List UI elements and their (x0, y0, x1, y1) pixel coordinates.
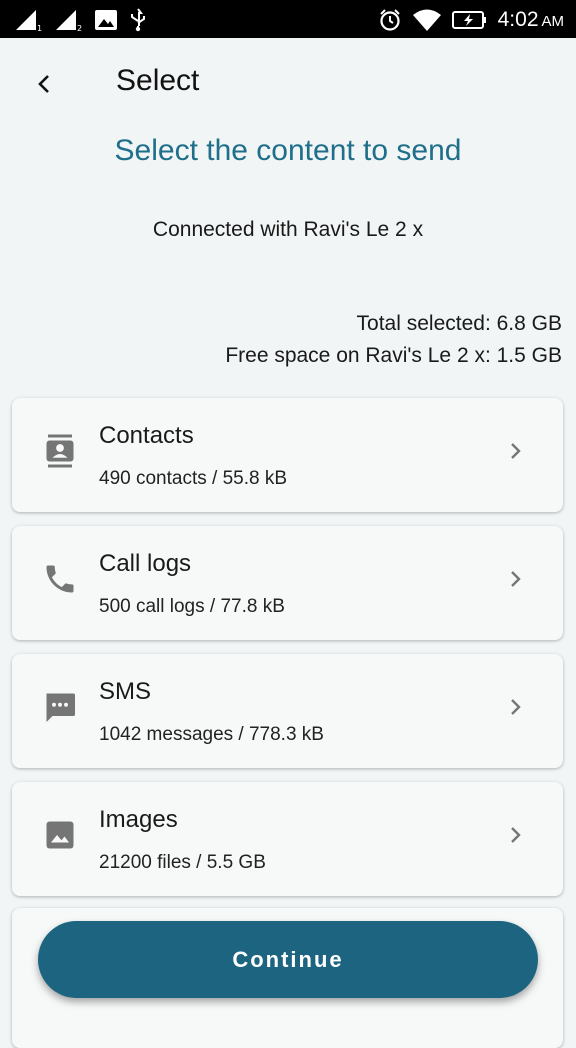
item-title: Images (99, 806, 178, 833)
clock: 4:02 AM (497, 8, 564, 31)
storage-summary: Total selected: 6.8 GB Free space on Rav… (225, 308, 562, 372)
item-subtitle: 490 contacts / 55.8 kB (99, 468, 288, 489)
free-space: Free space on Ravi's Le 2 x: 1.5 GB (225, 344, 562, 367)
phone-icon (46, 565, 74, 593)
item-call-logs[interactable]: Call logs 500 call logs / 77.8 kB (12, 526, 563, 640)
total-selected: Total selected: 6.8 GB (356, 312, 562, 335)
item-title: Call logs (99, 550, 192, 577)
chevron-right-icon (511, 699, 521, 715)
alarm-icon (379, 9, 400, 31)
app-bar: Select (0, 38, 576, 128)
wifi-icon (412, 9, 441, 31)
usb-icon (131, 8, 145, 32)
item-subtitle: 500 call logs / 77.8 kB (99, 596, 285, 617)
image-icon (95, 10, 117, 30)
image-icon (46, 821, 74, 849)
svg-text:1: 1 (37, 24, 42, 32)
item-title: SMS (99, 678, 152, 705)
item-subtitle: 21200 files / 5.5 GB (99, 852, 266, 873)
signal-2-icon: 2 (56, 10, 82, 32)
svg-text:2: 2 (77, 24, 82, 32)
item-sms[interactable]: SMS 1042 messages / 778.3 kB (12, 654, 563, 768)
back-arrow-icon (38, 75, 49, 93)
section-heading: Select the content to send (114, 134, 462, 167)
connection-status: Connected with Ravi's Le 2 x (152, 218, 424, 241)
item-title: Contacts (99, 422, 194, 449)
chevron-right-icon (511, 571, 521, 587)
continue-button[interactable]: Continue (38, 921, 538, 998)
back-button[interactable] (22, 62, 66, 106)
page-title: Select (116, 64, 200, 97)
chevron-right-icon (511, 827, 521, 843)
item-subtitle: 1042 messages / 778.3 kB (99, 724, 324, 745)
item-contacts[interactable]: Contacts 490 contacts / 55.8 kB (12, 398, 563, 512)
chevron-right-icon (511, 443, 521, 459)
item-images[interactable]: Images 21200 files / 5.5 GB (12, 782, 563, 896)
battery-charging-icon (451, 11, 486, 29)
status-bar: 1 2 4:02 AM (0, 0, 576, 38)
signal-1-icon: 1 (16, 10, 42, 32)
sms-icon (46, 693, 75, 722)
contacts-icon (46, 434, 74, 468)
